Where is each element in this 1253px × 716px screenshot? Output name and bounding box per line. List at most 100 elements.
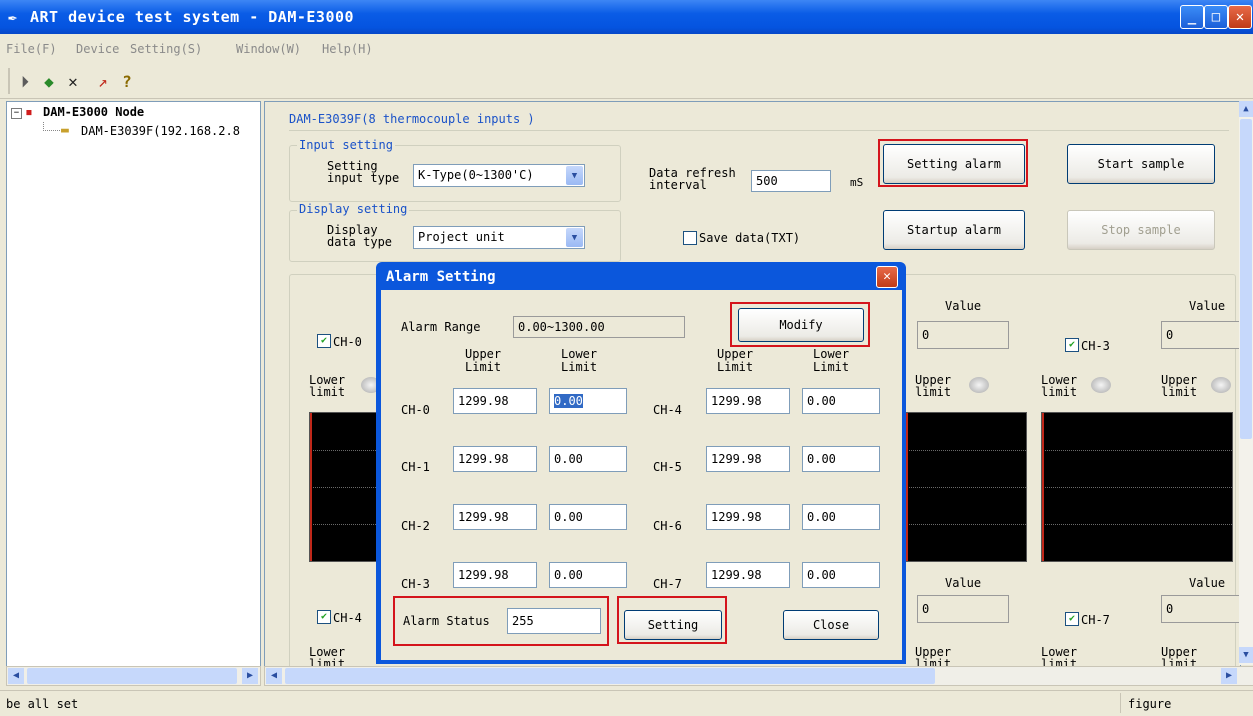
menu-file[interactable]: File(F) xyxy=(6,42,57,56)
start-sample-button[interactable]: Start sample xyxy=(1067,144,1215,184)
ch3-lower-input[interactable]: 0.00 xyxy=(549,562,627,588)
collapse-icon[interactable]: − xyxy=(11,108,22,119)
close-button[interactable]: Close xyxy=(783,610,879,640)
scroll-right-icon[interactable]: ▶ xyxy=(1221,668,1237,684)
maximize-button[interactable]: □ xyxy=(1204,5,1228,29)
scope-gridline xyxy=(310,524,380,525)
dialog-close-icon[interactable]: ✕ xyxy=(876,266,898,288)
ch0-label: CH-0 xyxy=(333,335,362,349)
menu-help[interactable]: Help(H) xyxy=(322,42,373,56)
alarm-status-input[interactable]: 255 xyxy=(507,608,601,634)
ch2-upper-input[interactable]: 1299.98 xyxy=(453,504,537,530)
open-icon[interactable]: ⏵ xyxy=(14,72,36,92)
ch1-upper-input[interactable]: 1299.98 xyxy=(453,446,537,472)
ch0-upper-input[interactable]: 1299.98 xyxy=(453,388,537,414)
display-type-select[interactable]: Project unit ▼ xyxy=(413,226,585,249)
ch0-checkbox[interactable]: ✔ xyxy=(317,334,331,348)
ch7-upper-input[interactable]: 1299.98 xyxy=(706,562,790,588)
scope-gridline xyxy=(1042,524,1232,525)
alarm-range-label: Alarm Range xyxy=(401,320,481,334)
connect-icon[interactable]: ◆ xyxy=(38,72,60,92)
alarm-range-field: 0.00~1300.00 xyxy=(513,316,685,338)
title-bar[interactable]: ✒ ART device test system - DAM-E3000 _ □… xyxy=(0,0,1253,34)
input-type-label: Setting input type xyxy=(327,159,400,185)
ch7-upper-limit-label: Upper limit xyxy=(1161,645,1198,667)
highlight-box xyxy=(878,139,1028,187)
scope-gridline xyxy=(1042,487,1232,488)
dialog-body: Alarm Range 0.00~1300.00 Modify Upper Li… xyxy=(381,290,902,660)
menu-device[interactable]: Device xyxy=(76,42,119,56)
ch5-upper-input[interactable]: 1299.98 xyxy=(706,446,790,472)
refresh-unit: mS xyxy=(850,176,864,189)
row-ch4-label: CH-4 xyxy=(653,403,682,417)
node-icon: ▪ xyxy=(25,105,33,120)
menu-window[interactable]: Window(W) xyxy=(236,42,301,56)
ch3-value-label: Value xyxy=(1189,299,1226,313)
scroll-left-icon[interactable]: ◀ xyxy=(266,668,282,684)
upper-header-left: Upper Limit xyxy=(465,347,502,374)
ch3-value: 0 xyxy=(1161,321,1240,349)
ch1-lower-input[interactable]: 0.00 xyxy=(549,446,627,472)
ch4-upper-input[interactable]: 1299.98 xyxy=(706,388,790,414)
scroll-left-icon[interactable]: ◀ xyxy=(8,668,24,684)
save-data-checkbox[interactable] xyxy=(683,231,697,245)
ch7-value-label: Value xyxy=(1189,576,1226,590)
ch7-lower-limit-label: Lower limit xyxy=(1041,645,1078,667)
ch3-lower-led xyxy=(1091,377,1111,393)
scroll-right-icon[interactable]: ▶ xyxy=(242,668,258,684)
row-ch0-label: CH-0 xyxy=(401,403,430,417)
ch7-checkbox[interactable]: ✔ xyxy=(1065,612,1079,626)
ch2-lower-input[interactable]: 0.00 xyxy=(549,504,627,530)
setting-button[interactable]: Setting xyxy=(624,610,722,640)
display-setting-label: Display setting xyxy=(297,202,410,216)
lower-header-left: Lower Limit xyxy=(561,347,598,374)
ch4-checkbox[interactable]: ✔ xyxy=(317,610,331,624)
main-horizontal-scrollbar[interactable]: ◀ ▶ xyxy=(264,666,1253,686)
scope-baseline xyxy=(310,413,312,561)
chevron-down-icon: ▼ xyxy=(566,228,583,247)
refresh-input[interactable]: 500 xyxy=(751,170,831,192)
row-ch3-label: CH-3 xyxy=(401,577,430,591)
help-icon[interactable]: ? xyxy=(116,72,138,92)
ch5-lower-input[interactable]: 0.00 xyxy=(802,446,880,472)
ch6-upper-input[interactable]: 1299.98 xyxy=(706,504,790,530)
ch3-lower-limit-label: Lower limit xyxy=(1041,373,1078,399)
minimize-button[interactable]: _ xyxy=(1180,5,1204,29)
chevron-down-icon: ▼ xyxy=(566,166,583,185)
tree-device[interactable]: DAM-E3039F(192.168.2.8 xyxy=(81,124,240,138)
startup-alarm-button[interactable]: Startup alarm xyxy=(883,210,1025,250)
menu-setting[interactable]: Setting(S) xyxy=(130,42,202,56)
ch6-lower-input[interactable]: 0.00 xyxy=(802,504,880,530)
tree-root[interactable]: DAM-E3000 Node xyxy=(43,105,144,119)
scroll-up-icon[interactable]: ▲ xyxy=(1239,101,1253,117)
dialog-title-bar[interactable]: Alarm Setting ✕ xyxy=(380,264,902,290)
ch2-scope xyxy=(905,412,1027,562)
scope-gridline xyxy=(906,524,1026,525)
ch4-lower-input[interactable]: 0.00 xyxy=(802,388,880,414)
ch3-checkbox[interactable]: ✔ xyxy=(1065,338,1079,352)
ch0-lower-selected: 0.00 xyxy=(554,394,583,408)
input-type-select[interactable]: K-Type(0~1300'C) ▼ xyxy=(413,164,585,187)
ch0-lower-limit-label: Lower limit xyxy=(309,373,346,399)
row-ch7-label: CH-7 xyxy=(653,577,682,591)
display-type-label: Display data type xyxy=(327,223,393,249)
row-ch6-label: CH-6 xyxy=(653,519,682,533)
ch0-lower-input[interactable]: 0.00 xyxy=(549,388,627,414)
main-vertical-scrollbar[interactable]: ▲ ▼ xyxy=(1239,101,1253,665)
ch0-scope xyxy=(309,412,381,562)
scroll-down-icon[interactable]: ▼ xyxy=(1239,647,1253,663)
draw-icon[interactable]: ↗ xyxy=(92,72,114,92)
scope-gridline xyxy=(310,487,380,488)
ch7-label: CH-7 xyxy=(1081,613,1110,627)
ch7-lower-input[interactable]: 0.00 xyxy=(802,562,880,588)
delete-icon[interactable]: ✕ xyxy=(62,72,84,92)
dialog-title: Alarm Setting xyxy=(386,269,496,285)
tree-horizontal-scrollbar[interactable]: ◀ ▶ xyxy=(6,666,261,686)
row-ch2-label: CH-2 xyxy=(401,519,430,533)
ch6-value-label: Value xyxy=(945,576,982,590)
close-window-button[interactable]: ✕ xyxy=(1228,5,1252,29)
ch3-upper-input[interactable]: 1299.98 xyxy=(453,562,537,588)
upper-header-right: Upper Limit xyxy=(717,347,754,374)
pen-icon: ✒ xyxy=(8,8,18,26)
status-text: be all set xyxy=(6,697,79,711)
